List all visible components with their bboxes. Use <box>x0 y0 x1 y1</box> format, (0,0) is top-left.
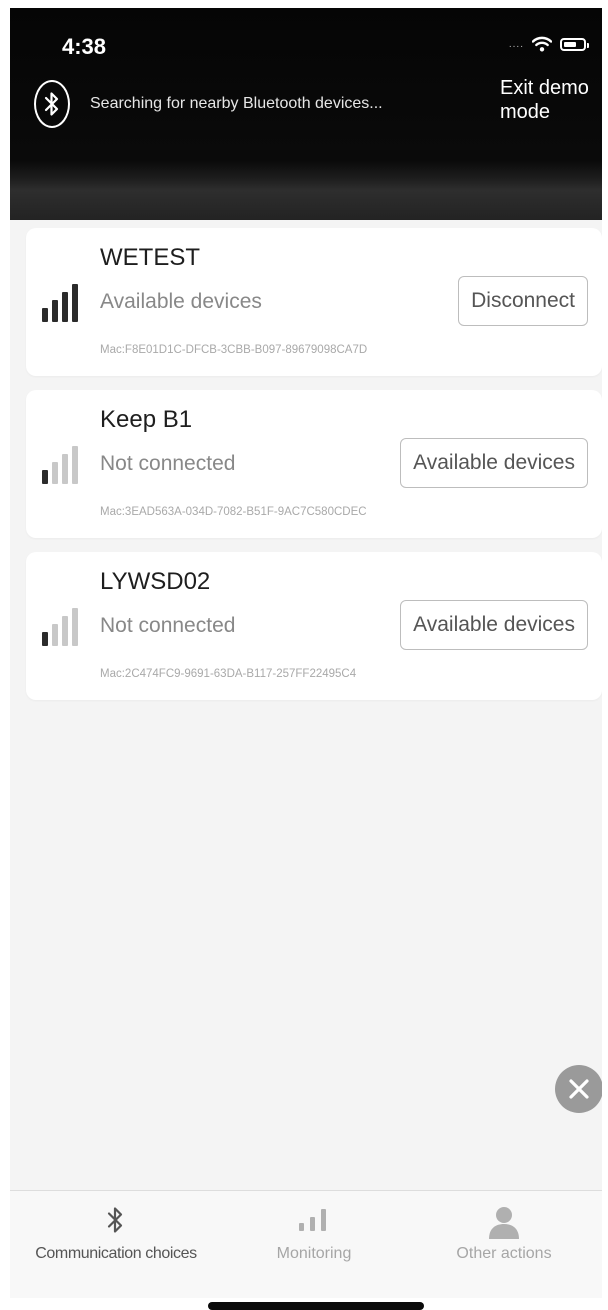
tab-monitoring[interactable]: Monitoring <box>222 1191 406 1291</box>
device-mac-address: Mac:2C474FC9-9691-63DA-B117-257FF22495C4 <box>100 668 357 680</box>
screen: 4:38 .... Searching for nearby Bluetooth… <box>0 0 608 1310</box>
device-name: LYWSD02 <box>100 568 211 595</box>
connect-device-button[interactable]: Available devices <box>400 438 588 488</box>
person-icon <box>489 1207 519 1239</box>
tab-label: Monitoring <box>276 1245 352 1262</box>
device-name: Keep B1 <box>100 406 193 433</box>
home-indicator[interactable] <box>208 1302 424 1310</box>
app-header: 4:38 .... Searching for nearby Bluetooth… <box>10 8 602 220</box>
close-button[interactable] <box>555 1065 602 1113</box>
bottom-tab-bar: Communication choices Monitoring Other a… <box>10 1190 602 1298</box>
battery-icon <box>560 37 589 51</box>
device-card[interactable]: LYWSD02 Not connected Mac:2C474FC9-9691-… <box>26 552 602 700</box>
signal-strength-icon <box>42 608 78 646</box>
status-time: 4:38 <box>62 34 107 59</box>
tab-label: Other actions <box>456 1245 552 1262</box>
close-icon <box>569 1079 589 1099</box>
device-mac-address: Mac:F8E01D1C-DFCB-3CBB-B097-89679098CA7D <box>100 344 368 356</box>
device-card[interactable]: Keep B1 Not connected Mac:3EAD563A-034D-… <box>26 390 602 538</box>
bluetooth-search-status: Searching for nearby Bluetooth devices..… <box>90 95 383 112</box>
cellular-signal-indicator: .... <box>508 38 524 50</box>
device-mac-address: Mac:3EAD563A-034D-7082-B51F-9AC7C580CDEC <box>100 506 367 518</box>
device-status: Not connected <box>100 452 236 475</box>
signal-bars-icon <box>299 1209 326 1231</box>
device-name: WETEST <box>100 244 200 271</box>
signal-strength-icon <box>42 284 78 322</box>
bluetooth-icon <box>107 1207 123 1233</box>
device-status: Available devices <box>100 290 262 313</box>
exit-demo-mode-button[interactable]: Exit demo mode <box>500 76 600 124</box>
signal-strength-icon <box>42 446 78 484</box>
app-window: 4:38 .... Searching for nearby Bluetooth… <box>10 8 602 1298</box>
wifi-icon <box>532 36 552 52</box>
bluetooth-icon <box>34 80 70 128</box>
device-list: WETEST Available devices Mac:F8E01D1C-DF… <box>26 228 602 714</box>
tab-label: Communication choices <box>35 1245 197 1262</box>
tab-communication-choices[interactable]: Communication choices <box>10 1191 222 1291</box>
device-status: Not connected <box>100 614 236 637</box>
device-card[interactable]: WETEST Available devices Mac:F8E01D1C-DF… <box>26 228 602 376</box>
status-icons: .... <box>508 36 589 52</box>
disconnect-button[interactable]: Disconnect <box>458 276 588 326</box>
connect-device-button[interactable]: Available devices <box>400 600 588 650</box>
tab-other-actions[interactable]: Other actions <box>406 1191 602 1291</box>
